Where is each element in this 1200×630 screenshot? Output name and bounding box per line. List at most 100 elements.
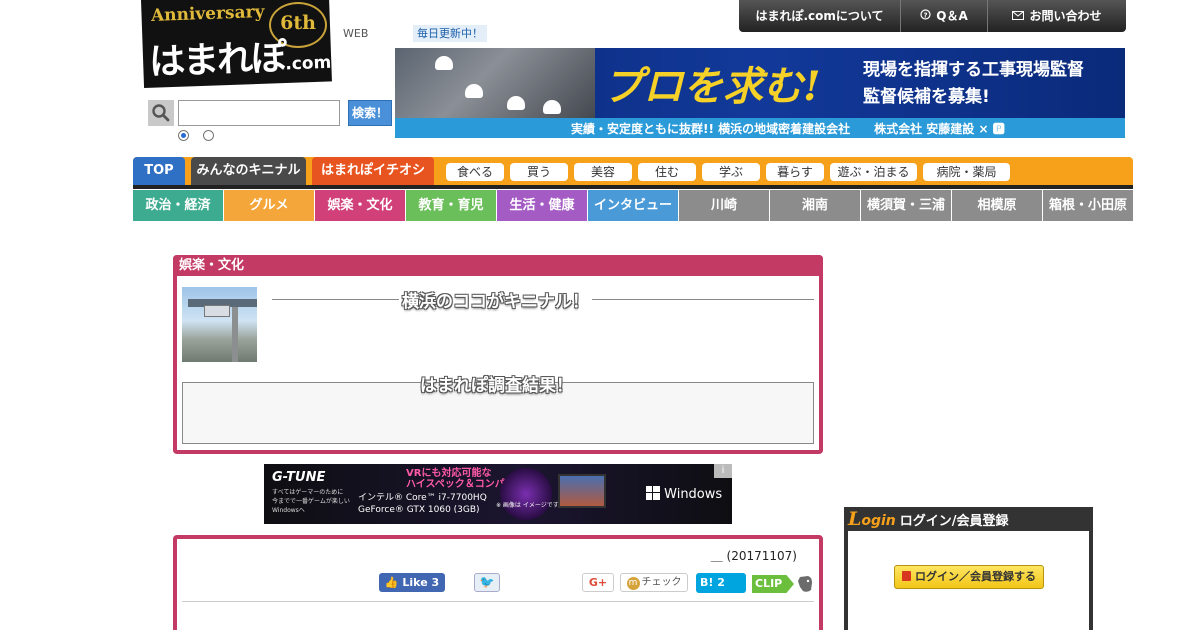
google-plus-button[interactable]: G+ bbox=[582, 573, 614, 592]
login-title: ログイン/会員登録 bbox=[899, 514, 1009, 529]
category-shonan[interactable]: 湘南 bbox=[770, 190, 861, 221]
clip-button[interactable]: CLIP bbox=[752, 575, 794, 593]
banner-subtext: 現場を指揮する工事現場監督 監督候補を募集! bbox=[863, 57, 1084, 111]
share-divider bbox=[182, 601, 814, 602]
ad-spec-text: インテル® Core™ i7-7700HQ GeForce® GTX 1060 … bbox=[358, 492, 487, 516]
category-life-health[interactable]: 生活・健康 bbox=[497, 190, 588, 221]
category-entertainment[interactable]: 娯楽・文化 bbox=[315, 190, 406, 221]
ad-cpu: インテル® Core™ i7-7700HQ bbox=[358, 493, 487, 503]
logo-domain: .com bbox=[284, 52, 332, 75]
question-icon: ? bbox=[920, 0, 931, 32]
helmet-shape bbox=[465, 84, 483, 98]
mixi-check-label: チェック bbox=[641, 577, 682, 588]
nav-pill-learn[interactable]: 学ぶ bbox=[702, 163, 760, 181]
like-label: Like bbox=[402, 576, 428, 589]
ad-monitor-image bbox=[558, 474, 606, 508]
category-nav: 政治・経済 グルメ 娯楽・文化 教育・育児 生活・健康 インタビュー 川崎 湘南… bbox=[133, 190, 1133, 221]
ad-gpu: GeForce® GTX 1060 (3GB) bbox=[358, 505, 480, 515]
login-register-button[interactable]: ログイン／会員登録する bbox=[894, 565, 1044, 589]
hatena-bookmark-button[interactable]: B! 2 bbox=[696, 573, 746, 593]
helmet-shape bbox=[507, 96, 525, 110]
ad-windows-logo: Windows bbox=[646, 486, 722, 502]
twitter-bird-icon: 🐦 bbox=[479, 575, 495, 589]
contact-link[interactable]: お問い合わせ bbox=[988, 0, 1126, 32]
ad-brand-logo: G-TUNE bbox=[272, 470, 326, 485]
category-education[interactable]: 教育・育児 bbox=[406, 190, 497, 221]
lock-icon bbox=[902, 571, 911, 581]
banner-subtext-line1: 現場を指揮する工事現場監督 bbox=[863, 60, 1084, 80]
login-word: ogin bbox=[861, 513, 896, 529]
daily-update-badge: 毎日更新中！ bbox=[413, 25, 487, 42]
about-link[interactable]: はまれぽ.comについて bbox=[739, 0, 901, 32]
login-header: Login ログイン/会員登録 bbox=[844, 507, 1093, 531]
ad-info-icon[interactable]: i bbox=[714, 464, 732, 478]
login-button-label: ログイン／会員登録する bbox=[915, 570, 1036, 583]
category-yokosuka[interactable]: 横須賀・三浦 bbox=[861, 190, 952, 221]
nav-pill-live[interactable]: 住む bbox=[638, 163, 696, 181]
helmet-shape bbox=[543, 100, 561, 114]
facebook-like-button[interactable]: 👍 Like 3 bbox=[379, 573, 445, 592]
search-scope-web-radio[interactable] bbox=[178, 130, 189, 141]
nav-pill-hospital[interactable]: 病院・薬局 bbox=[923, 163, 1010, 181]
nav-tab-top[interactable]: TOP bbox=[133, 157, 185, 185]
qa-link[interactable]: ? Q＆A bbox=[901, 0, 988, 32]
login-box: Login ログイン/会員登録 ログイン／会員登録する bbox=[844, 507, 1093, 630]
category-hakone[interactable]: 箱根・小田原 bbox=[1043, 190, 1133, 221]
nav-pill-play-stay[interactable]: 遊ぶ・泊まる bbox=[830, 163, 917, 181]
mixi-check-button[interactable]: m チェック bbox=[620, 573, 688, 592]
thumbnail-pillar bbox=[232, 307, 238, 362]
ad-image-note: ※ 画像は イメージです。 bbox=[496, 502, 565, 509]
banner-subtext-line2: 監督候補を募集! bbox=[863, 87, 990, 107]
article-share-panel: ＿ (20171107) 👍 Like 3 🐦 G+ m チェック B! 2 CL… bbox=[173, 535, 823, 630]
site-logo[interactable]: Anniversary 6th はまれぽ.com bbox=[141, 0, 332, 90]
ad-pc-image bbox=[500, 468, 552, 520]
category-sagamihara[interactable]: 相模原 bbox=[952, 190, 1043, 221]
article-thumbnail[interactable] bbox=[182, 287, 257, 362]
thumbnail-monorail-car bbox=[204, 305, 230, 317]
results-heading: はまれぽ調査結果！ bbox=[420, 376, 573, 396]
kininal-heading: 横浜のココがキニナル！ bbox=[399, 287, 592, 312]
top-links-bar: はまれぽ.comについて ? Q＆A お問い合わせ bbox=[739, 0, 1126, 32]
nav-tab-ichioshi[interactable]: はまれぽイチオシ bbox=[312, 157, 434, 185]
panel-category-label: 娯楽・文化 bbox=[173, 255, 823, 276]
search-input[interactable] bbox=[178, 100, 340, 126]
thumbs-up-icon: 👍 bbox=[384, 576, 399, 589]
article-date: ＿ (20171107) bbox=[710, 549, 797, 563]
hatena-count: 2 bbox=[717, 576, 725, 589]
helmet-shape bbox=[435, 56, 453, 70]
gtune-ad-banner[interactable]: G-TUNE すべてはゲーマーのために 今までで一番ゲームが楽しい Window… bbox=[264, 464, 732, 524]
recruit-ad-banner[interactable]: プロを求む! 現場を指揮する工事現場監督 監督候補を募集! 実績・安定度ともに抜… bbox=[395, 48, 1125, 138]
category-gourmet[interactable]: グルメ bbox=[224, 190, 315, 221]
nav-pill-buy[interactable]: 買う bbox=[510, 163, 568, 181]
mixi-icon: m bbox=[626, 577, 640, 590]
nav-tab-kininal[interactable]: みんなのキニナル bbox=[191, 157, 306, 185]
nav-pill-eat[interactable]: 食べる bbox=[446, 163, 504, 181]
ad-windows-label: Windows bbox=[664, 487, 723, 502]
about-link-label: はまれぽ.comについて bbox=[755, 9, 884, 23]
search-icon bbox=[148, 100, 174, 126]
like-count: 3 bbox=[431, 576, 440, 589]
category-interview[interactable]: インタビュー bbox=[588, 190, 679, 221]
evernote-icon[interactable] bbox=[795, 574, 815, 594]
article-panel: 娯楽・文化 横浜のココがキニナル！ はまれぽ調査結果！ bbox=[173, 255, 823, 454]
category-kawasaki[interactable]: 川崎 bbox=[679, 190, 770, 221]
search-scope-web-label: WEB bbox=[343, 27, 369, 40]
nav-pill-living[interactable]: 暮らす bbox=[766, 163, 824, 181]
search-button[interactable]: 検索！ bbox=[348, 100, 392, 126]
windows-icon bbox=[646, 486, 660, 502]
primary-nav: TOP みんなのキニナル はまれぽイチオシ 食べる 買う 美容 住む 学ぶ 暮ら… bbox=[133, 157, 1133, 187]
qa-link-label: Q＆A bbox=[936, 9, 968, 23]
login-L-glyph: L bbox=[848, 508, 862, 530]
contact-link-label: お問い合わせ bbox=[1029, 9, 1102, 23]
banner-tagline: 実績・安定度ともに抜群!! 横浜の地域密着建設会社 株式会社 安藤建設 × 🅿 bbox=[571, 122, 1005, 136]
twitter-button[interactable]: 🐦 bbox=[474, 573, 500, 592]
mail-icon bbox=[1012, 0, 1025, 32]
search-scope-site-radio[interactable] bbox=[203, 130, 214, 141]
ad-copy: すべてはゲーマーのために 今までで一番ゲームが楽しい Windowsへ bbox=[272, 489, 350, 514]
nav-divider bbox=[133, 185, 1133, 189]
banner-headline: プロを求む! bbox=[603, 63, 821, 110]
logo-anniversary-text: Anniversary bbox=[150, 2, 265, 26]
nav-pill-beauty[interactable]: 美容 bbox=[574, 163, 632, 181]
logo-brand: はまれぽ.com bbox=[148, 27, 332, 85]
category-politics[interactable]: 政治・経済 bbox=[133, 190, 224, 221]
